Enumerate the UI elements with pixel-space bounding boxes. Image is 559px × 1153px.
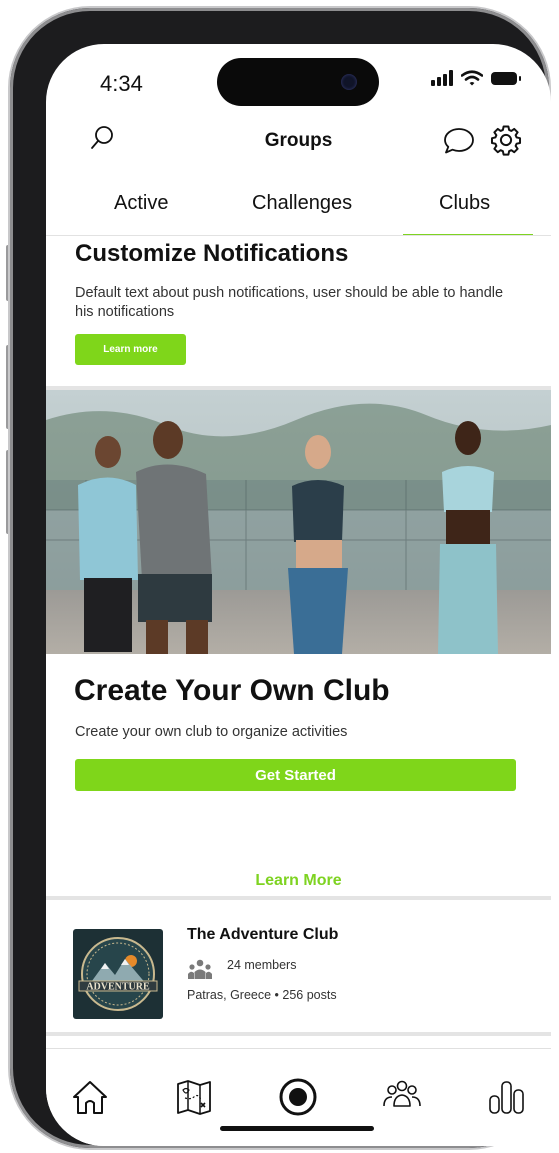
club-logo: ADVENTURE <box>73 929 163 1019</box>
members-icon <box>188 959 212 979</box>
home-icon <box>73 1081 107 1114</box>
bottom-nav <box>46 1048 551 1146</box>
chat-bubble-icon <box>444 128 474 154</box>
nav-record[interactable] <box>274 1073 322 1121</box>
tab-clubs[interactable]: Clubs <box>439 192 490 215</box>
cellular-signal-icon <box>431 70 453 86</box>
club-card[interactable]: ADVENTURE The Adventure Club 24 members … <box>46 899 551 1033</box>
wifi-icon <box>461 70 483 86</box>
messages-button[interactable] <box>440 122 478 160</box>
gear-icon <box>490 125 522 156</box>
runners-photo <box>46 390 551 654</box>
nav-groups[interactable] <box>378 1073 426 1121</box>
section-divider <box>46 1032 551 1036</box>
notifications-title: Customize Notifications <box>75 240 349 267</box>
camera-icon <box>341 74 357 90</box>
scroll-content[interactable]: Customize Notifications Default text abo… <box>46 236 551 1046</box>
home-indicator <box>220 1126 374 1131</box>
dynamic-island <box>217 58 379 106</box>
notifications-text: Default text about push notifications, u… <box>75 285 504 320</box>
learn-more-link[interactable]: Learn More <box>46 872 551 890</box>
club-members: 24 members <box>227 958 297 972</box>
map-icon <box>177 1080 211 1115</box>
status-icons <box>431 70 521 86</box>
adventure-logo-icon: ADVENTURE <box>78 937 158 1011</box>
status-time: 4:34 <box>100 71 143 96</box>
club-meta: Patras, Greece • 256 posts <box>187 988 337 1002</box>
nav-home[interactable] <box>66 1073 114 1121</box>
create-club-description: Create your own club to organize activit… <box>75 724 348 740</box>
stats-icon <box>489 1081 524 1114</box>
tab-active[interactable]: Active <box>114 192 168 215</box>
create-club-title: Create Your Own Club <box>74 674 390 707</box>
phone-screen: 4:34 Groups Active Challenges Clubs Cust… <box>46 44 551 1146</box>
hero-image <box>46 390 551 654</box>
groups-icon <box>383 1080 421 1107</box>
settings-button[interactable] <box>486 120 526 160</box>
record-icon <box>279 1078 317 1116</box>
tab-challenges[interactable]: Challenges <box>252 192 352 215</box>
battery-icon <box>491 71 521 85</box>
learn-more-button[interactable]: Learn more <box>75 334 186 365</box>
nav-stats[interactable] <box>483 1073 531 1121</box>
app-header: Groups <box>46 118 551 164</box>
club-name: The Adventure Club <box>187 926 339 943</box>
club-logo-text: ADVENTURE <box>86 982 150 993</box>
phone-frame: 4:34 Groups Active Challenges Clubs Cust… <box>10 8 551 1148</box>
get-started-button[interactable]: Get Started <box>75 759 516 791</box>
nav-map[interactable] <box>170 1073 218 1121</box>
tab-bar: Active Challenges Clubs <box>46 184 551 236</box>
